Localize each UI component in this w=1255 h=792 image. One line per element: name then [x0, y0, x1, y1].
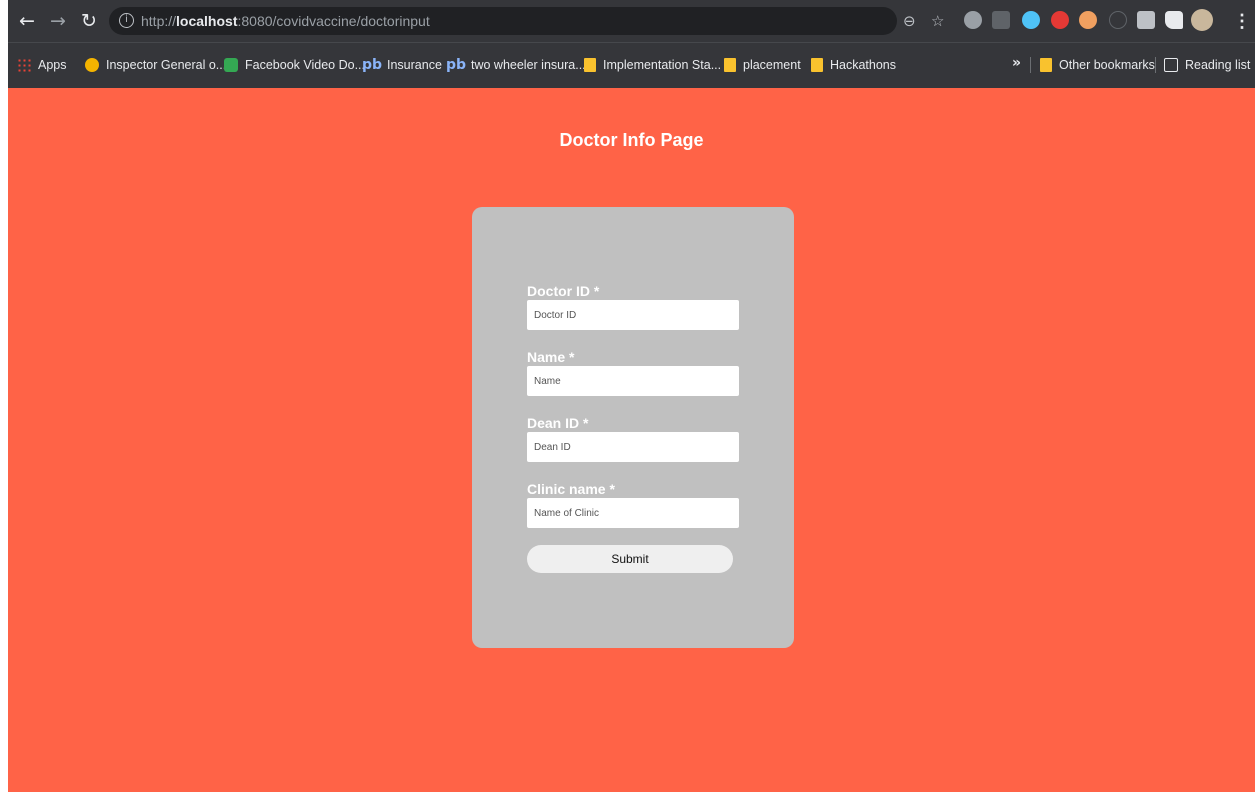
dean-id-input[interactable]: [527, 432, 739, 462]
bookmark-label: two wheeler insura...: [471, 58, 586, 72]
folder-icon: [1040, 58, 1052, 72]
folder-icon: [811, 58, 823, 72]
bookmarks-overflow-icon[interactable]: »: [1012, 55, 1021, 71]
back-arrow-icon[interactable]: ←: [15, 9, 39, 33]
site-info-icon[interactable]: i: [119, 13, 134, 28]
divider: [1155, 57, 1156, 73]
url-path: :8080/covidvaccine/doctorinput: [237, 13, 430, 29]
browser-toolbar: ← → ↻ i http://localhost:8080/covidvacci…: [8, 0, 1255, 42]
page-title: Doctor Info Page: [559, 130, 704, 150]
reading-list-icon: [1164, 58, 1178, 72]
address-bar[interactable]: i http://localhost:8080/covidvaccine/doc…: [109, 7, 944, 35]
bookmark-star-icon[interactable]: ☆: [931, 12, 944, 30]
bookmark-two-wheeler[interactable]: pb two wheeler insura...: [446, 55, 586, 75]
clinic-name-label: Clinic name *: [527, 481, 615, 497]
name-input[interactable]: [527, 366, 739, 396]
user-avatar[interactable]: [1191, 9, 1213, 31]
dean-id-label: Dean ID *: [527, 415, 589, 431]
name-label: Name *: [527, 349, 575, 365]
browser-menu-icon[interactable]: ⋮: [1233, 10, 1251, 32]
doctor-id-input[interactable]: [527, 300, 739, 330]
zoom-icon[interactable]: ⊖: [903, 12, 916, 30]
page-content: Doctor Info Page Doctor ID * Name * Dean…: [8, 88, 1255, 792]
bookmark-label: Inspector General o...: [106, 58, 227, 72]
download-icon: [224, 58, 238, 72]
url-host: localhost: [176, 13, 238, 29]
bookmarks-bar: Apps Inspector General o... Facebook Vid…: [8, 42, 1255, 88]
grammarly-extension-icon[interactable]: [1022, 11, 1040, 29]
folder-icon: [584, 58, 596, 72]
bookmark-label: Facebook Video Do...: [245, 58, 365, 72]
divider: [1030, 57, 1031, 73]
bookmark-other-bookmarks[interactable]: Other bookmarks: [1040, 55, 1155, 75]
bookmark-facebook-video[interactable]: Facebook Video Do...: [224, 55, 365, 75]
bookmark-label: Apps: [38, 58, 67, 72]
forward-arrow-icon[interactable]: →: [46, 9, 70, 33]
bookmark-label: Hackathons: [830, 58, 897, 72]
bookmark-label: Reading list: [1185, 58, 1251, 72]
bookmark-apps[interactable]: Apps: [17, 55, 67, 75]
red-extension-icon[interactable]: [1051, 11, 1069, 29]
grey-extension-icon[interactable]: [992, 11, 1010, 29]
bookmark-inspector-general[interactable]: Inspector General o...: [85, 55, 226, 75]
cookie-extension-icon[interactable]: [1079, 11, 1097, 29]
bookmark-label: Other bookmarks: [1059, 58, 1155, 72]
folder-icon: [724, 58, 736, 72]
apps-grid-icon: [17, 58, 31, 72]
submit-button[interactable]: Submit: [527, 545, 733, 573]
reading-list-button[interactable]: Reading list: [1164, 55, 1250, 75]
bookmark-hackathons[interactable]: Hackathons: [811, 55, 896, 75]
url-text[interactable]: http://localhost:8080/covidvaccine/docto…: [141, 13, 430, 29]
doctor-info-form: Doctor ID * Name * Dean ID * Clinic name…: [472, 207, 794, 648]
bookmark-placement[interactable]: placement: [724, 55, 801, 75]
bookmark-label: placement: [743, 58, 801, 72]
emblem-icon: [85, 58, 99, 72]
profile-extension-icon[interactable]: [1137, 11, 1155, 29]
extensions-puzzle-icon[interactable]: [1165, 11, 1183, 29]
bookmark-implementation[interactable]: Implementation Sta...: [584, 55, 721, 75]
policybazaar-icon: pb: [446, 57, 467, 73]
clinic-name-input[interactable]: [527, 498, 739, 528]
url-scheme: http://: [141, 13, 177, 29]
browser-window: ← → ↻ i http://localhost:8080/covidvacci…: [8, 0, 1255, 792]
search-extension-icon[interactable]: [1109, 11, 1127, 29]
doctor-id-label: Doctor ID *: [527, 283, 600, 299]
camera-extension-icon[interactable]: [964, 11, 982, 29]
reload-icon[interactable]: ↻: [77, 9, 101, 33]
policybazaar-icon: pb: [362, 57, 383, 73]
bookmark-label: Implementation Sta...: [603, 58, 722, 72]
bookmark-label: Insurance: [387, 58, 442, 72]
bookmark-insurance[interactable]: pb Insurance: [362, 55, 442, 75]
